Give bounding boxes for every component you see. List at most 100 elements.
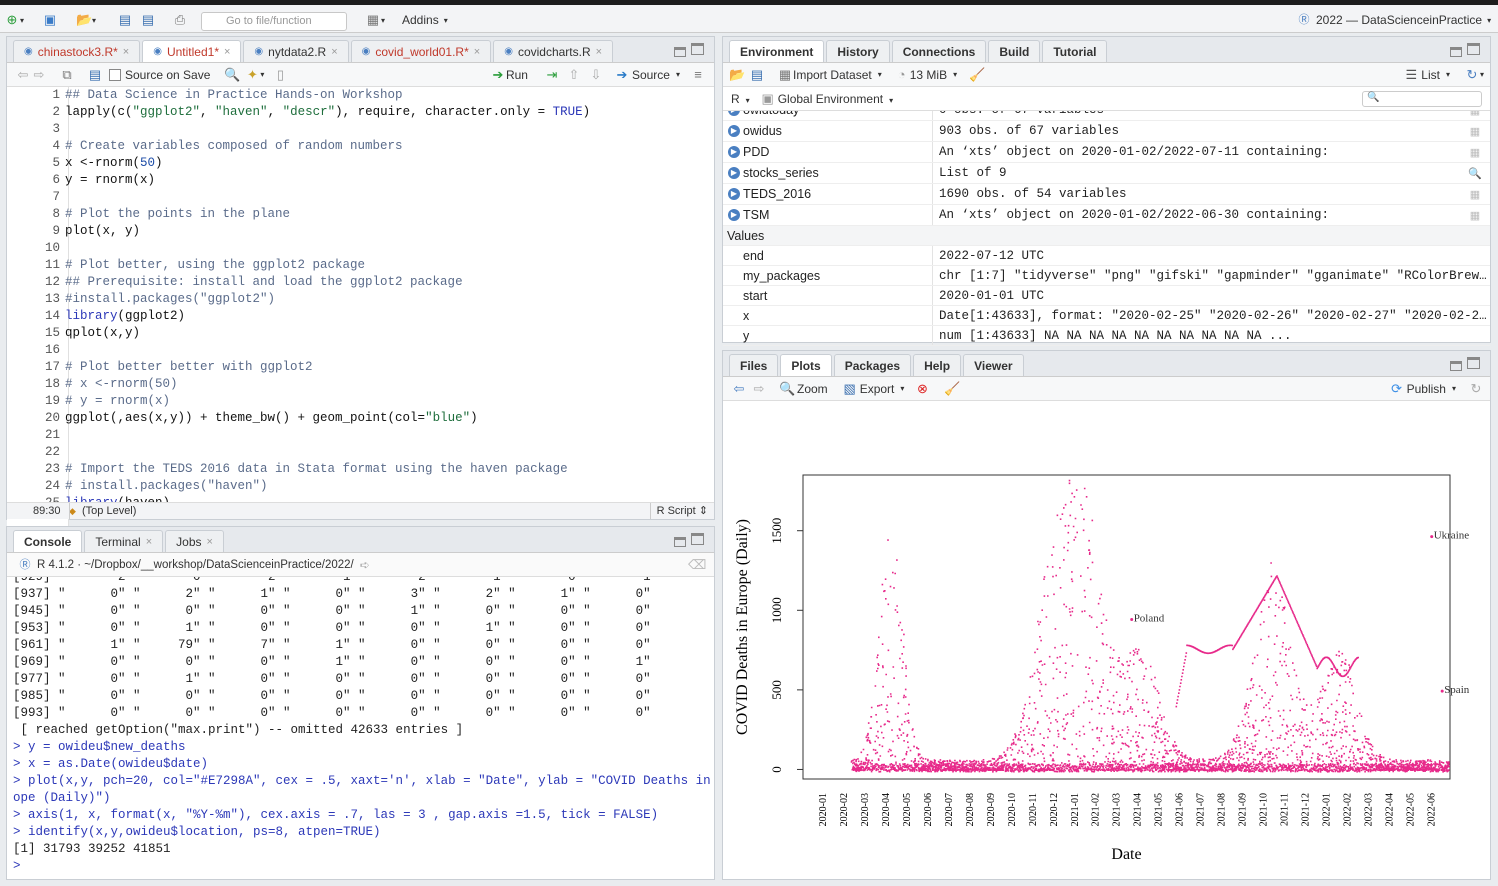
- env-value-row[interactable]: y num [1:43633] NA NA NA NA NA NA NA NA N…: [723, 326, 1490, 346]
- import-dataset-button[interactable]: ▦ Import Dataset ▾: [777, 67, 882, 83]
- env-data-row[interactable]: ▶ stocks_series List of 9 🔍: [723, 163, 1490, 184]
- environment-tab[interactable]: Build: [988, 40, 1041, 62]
- source-on-save-checkbox[interactable]: [109, 68, 121, 81]
- expand-icon[interactable]: ▶: [728, 167, 740, 179]
- goto-dir-icon[interactable]: ➪: [360, 558, 370, 572]
- file-type-menu[interactable]: R Script ⇕: [649, 503, 708, 519]
- up-icon[interactable]: ⇧: [566, 67, 582, 83]
- publish-button[interactable]: ⟳ Publish ▾: [1389, 381, 1456, 397]
- print-icon[interactable]: ⎙: [172, 10, 188, 30]
- plots-tab[interactable]: Plots: [780, 354, 832, 376]
- plots-minimize-icon[interactable]: [1450, 361, 1462, 371]
- env-data-row[interactable]: ▶ TSM An ‘xts’ object on 2020-01-02/2022-0…: [723, 205, 1490, 226]
- close-tab-icon[interactable]: ×: [596, 46, 602, 58]
- magnifier-icon[interactable]: 🔍: [1460, 167, 1490, 180]
- maximize-icon[interactable]: [691, 43, 704, 55]
- console-maximize-icon[interactable]: [691, 533, 704, 545]
- memory-usage-button[interactable]: ◔ 13 MiB ▾: [894, 67, 957, 83]
- environment-tab[interactable]: Tutorial: [1042, 40, 1108, 62]
- console-output[interactable]: [929] " 2" " 0" " 2" " 1" " 2" " 1" " 0"…: [7, 577, 714, 879]
- editor-tab[interactable]: ◉ covid_world01.R* ×: [350, 40, 492, 62]
- refresh-icon[interactable]: ↻: [1464, 67, 1480, 83]
- close-tab-icon[interactable]: ×: [146, 536, 152, 548]
- export-button[interactable]: ▧ Export ▾: [842, 381, 905, 397]
- code-area[interactable]: 1234567891011121314151617181920212223242…: [7, 87, 714, 539]
- view-table-icon[interactable]: ▦: [1460, 125, 1490, 138]
- clear-console-icon[interactable]: ⌫: [688, 557, 706, 573]
- new-file-icon[interactable]: ⊕ ▾: [4, 10, 24, 30]
- env-value-row[interactable]: x Date[1:43633], format: "2020-02-25" "20…: [723, 306, 1490, 326]
- editor-tab[interactable]: ◉ Untitled1* ×: [142, 40, 242, 62]
- close-tab-icon[interactable]: ×: [331, 46, 337, 58]
- env-value-row[interactable]: end 2022-07-12 UTC: [723, 246, 1490, 266]
- env-data-row[interactable]: ▶ TEDS_2016 1690 obs. of 54 variables ▦: [723, 184, 1490, 205]
- plots-tab[interactable]: Packages: [833, 354, 912, 376]
- open-file-icon[interactable]: 📂 ▾: [76, 10, 96, 30]
- prev-plot-icon[interactable]: ⇦: [731, 381, 747, 397]
- environment-tab[interactable]: History: [826, 40, 890, 62]
- environment-tab[interactable]: Environment: [729, 40, 825, 62]
- console-tab[interactable]: Jobs ×: [165, 530, 224, 552]
- env-data-row[interactable]: ▶ owidus 903 obs. of 67 variables ▦: [723, 121, 1490, 142]
- load-workspace-icon[interactable]: 📂: [729, 67, 745, 83]
- env-value-row[interactable]: my_packages chr [1:7] "tidyverse" "png" "…: [723, 266, 1490, 286]
- compile-report-icon[interactable]: ▯: [272, 67, 288, 83]
- close-tab-icon[interactable]: ×: [123, 46, 129, 58]
- view-table-icon[interactable]: ▦: [1460, 146, 1490, 159]
- remove-plot-icon[interactable]: ⊗: [914, 381, 930, 397]
- language-menu[interactable]: R ▾: [731, 92, 750, 106]
- expand-icon[interactable]: ▶: [728, 209, 740, 221]
- plots-tab[interactable]: Viewer: [963, 354, 1024, 376]
- forward-arrow-icon[interactable]: ⇨: [31, 67, 47, 83]
- editor-tab[interactable]: ◉ nytdata2.R ×: [243, 40, 349, 62]
- save-workspace-icon[interactable]: ▤: [749, 67, 765, 83]
- run-button[interactable]: ➔ Run: [490, 67, 527, 83]
- view-table-icon[interactable]: ▦: [1460, 111, 1490, 117]
- view-mode-menu[interactable]: ☰ List ▾: [1403, 67, 1450, 83]
- console-tab[interactable]: Terminal ×: [84, 530, 164, 552]
- console-minimize-icon[interactable]: [674, 537, 686, 547]
- project-menu[interactable]: Ⓡ 2022 — DataScienceinPractice ▾: [1296, 10, 1492, 30]
- scope-label[interactable]: (Top Level): [69, 503, 136, 519]
- down-icon[interactable]: ⇩: [588, 67, 604, 83]
- expand-icon[interactable]: ▶: [728, 188, 740, 200]
- new-project-icon[interactable]: ▣: [42, 10, 58, 30]
- next-plot-icon[interactable]: ⇨: [751, 381, 767, 397]
- expand-icon[interactable]: ▶: [728, 111, 740, 116]
- close-tab-icon[interactable]: ×: [474, 46, 480, 58]
- broom-icon[interactable]: 🧹: [969, 67, 985, 83]
- source-button[interactable]: ➔ Source ▾: [614, 67, 681, 83]
- find-icon[interactable]: 🔍: [224, 67, 240, 83]
- minimize-icon[interactable]: [674, 47, 686, 57]
- expand-icon[interactable]: ▶: [728, 125, 740, 137]
- view-table-icon[interactable]: ▦: [1460, 209, 1490, 222]
- plots-tab[interactable]: Help: [913, 354, 962, 376]
- environment-tab[interactable]: Connections: [891, 40, 987, 62]
- save-icon[interactable]: ▤: [117, 10, 133, 30]
- editor-save-icon[interactable]: ▤: [87, 67, 103, 83]
- expand-icon[interactable]: ▶: [728, 146, 740, 158]
- show-in-window-icon[interactable]: ⧉: [59, 67, 75, 83]
- grid-layout-icon[interactable]: ▦ ▾: [365, 10, 385, 30]
- env-value-row[interactable]: start 2020-01-01 UTC: [723, 286, 1490, 306]
- addins-menu[interactable]: Addins ▾: [402, 10, 448, 30]
- env-search-input[interactable]: 🔍: [1362, 90, 1482, 107]
- rerun-icon[interactable]: ⇥: [544, 67, 560, 83]
- code-tools-icon[interactable]: ✦: [244, 67, 260, 83]
- plots-maximize-icon[interactable]: [1467, 357, 1480, 369]
- goto-file-input[interactable]: Go to file/function: [201, 12, 347, 31]
- plots-tab[interactable]: Files: [729, 354, 779, 376]
- view-table-icon[interactable]: ▦: [1460, 188, 1490, 201]
- env-minimize-icon[interactable]: [1450, 47, 1462, 57]
- save-all-icon[interactable]: ▤: [140, 10, 156, 30]
- plots-refresh-icon[interactable]: ↻: [1468, 381, 1484, 397]
- env-data-row[interactable]: ▶owidtoday0 obs. of 67 variables▦: [723, 111, 1490, 121]
- environment-menu[interactable]: Global Environment ▾: [778, 92, 893, 106]
- editor-tab[interactable]: ◉ chinastock3.R* ×: [13, 40, 141, 62]
- console-tab[interactable]: Console: [13, 530, 83, 552]
- env-data-row[interactable]: ▶ PDD An ‘xts’ object on 2020-01-02/2022-0…: [723, 142, 1490, 163]
- editor-tab[interactable]: ◉ covidcharts.R ×: [493, 40, 614, 62]
- env-maximize-icon[interactable]: [1467, 43, 1480, 55]
- zoom-button[interactable]: 🔍 Zoom: [779, 381, 828, 397]
- close-tab-icon[interactable]: ×: [224, 46, 230, 58]
